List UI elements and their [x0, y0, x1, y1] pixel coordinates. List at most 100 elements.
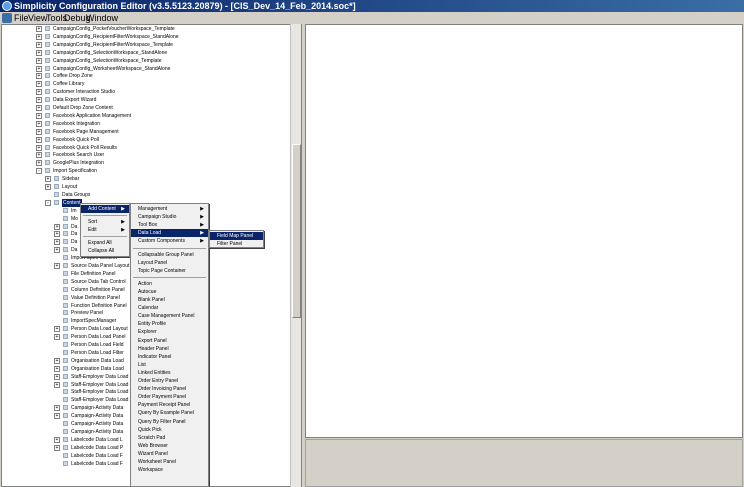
tree-node-label: Organisation Data Load [71, 357, 124, 364]
menu-item[interactable]: Case Management Panel [131, 312, 208, 320]
expand-icon[interactable]: + [54, 381, 60, 388]
expand-icon[interactable]: + [45, 176, 51, 183]
scrollbar-thumb[interactable] [292, 144, 301, 318]
expand-icon[interactable]: + [36, 73, 42, 80]
expand-icon[interactable]: + [36, 120, 42, 127]
expand-icon[interactable]: + [54, 239, 60, 246]
menu-item[interactable]: Custom Components ▶ [131, 237, 208, 245]
expand-icon[interactable]: + [54, 334, 60, 341]
expand-icon[interactable]: + [36, 97, 42, 104]
menu-item[interactable]: Calendar [131, 304, 208, 312]
menu-item[interactable]: Sort ▶ [81, 218, 129, 226]
collapse-icon[interactable]: - [45, 199, 51, 206]
expand-icon[interactable]: + [54, 405, 60, 412]
menu-item[interactable]: Autocue [131, 288, 208, 296]
tree-node-label: Person Data Load Field [71, 342, 124, 348]
expand-icon[interactable]: + [54, 263, 60, 269]
menu-item[interactable]: List [131, 361, 208, 369]
expand-icon[interactable]: + [54, 444, 60, 451]
expand-icon[interactable]: + [36, 144, 42, 151]
expand-icon[interactable]: + [54, 436, 60, 443]
menu-item-label: Tool Box [138, 222, 158, 229]
menu-item[interactable]: Add Content ▶ [81, 205, 129, 213]
menu-item[interactable]: Management ▶ [131, 205, 208, 213]
node-icon [63, 278, 68, 284]
menu-window[interactable]: Window [86, 12, 118, 24]
menu-item[interactable]: Campaign Studio ▶ [131, 213, 208, 221]
menu-item[interactable]: Tool Box ▶ [131, 221, 208, 229]
tree-vertical-scrollbar[interactable] [290, 24, 301, 487]
menu-item[interactable]: Field Map Panel [210, 232, 263, 240]
expand-icon[interactable]: + [36, 105, 42, 111]
menu-item[interactable]: Data Load ▶ [131, 229, 208, 238]
menu-item[interactable]: Order Payment Panel [131, 393, 208, 401]
menu-item[interactable]: Indicator Panel [131, 353, 208, 361]
expand-icon[interactable]: + [36, 26, 42, 32]
expand-icon[interactable]: + [54, 365, 60, 372]
menu-item[interactable]: Wizard Panel [131, 450, 208, 458]
menu-item[interactable]: Worksheet Panel [131, 458, 208, 466]
menu-item[interactable]: Explorer [131, 328, 208, 336]
tree-node-label: CampaignConfig_RecipientFilterWorkspace_… [53, 41, 173, 48]
expand-icon[interactable]: + [54, 223, 60, 230]
menu-item-label: Filter Panel [217, 241, 243, 248]
menu-item[interactable]: Blank Panel [131, 296, 208, 304]
expand-icon[interactable]: + [36, 136, 42, 143]
expand-icon[interactable]: + [36, 81, 42, 88]
tree-node-label: Campaign-Activity Data [71, 428, 124, 435]
expand-icon[interactable]: + [36, 112, 42, 119]
menu-item[interactable]: Query By Filter Panel [131, 418, 208, 426]
menu-item[interactable]: Layout Panel [131, 259, 208, 267]
menu-item[interactable]: Scratch Pad [131, 434, 208, 442]
expand-icon[interactable]: + [54, 231, 60, 238]
node-icon [63, 286, 68, 292]
menu-item-label: Management [138, 206, 168, 212]
tree-node-label: Facebook Application Management [53, 112, 132, 119]
menu-item[interactable]: Order Invoicing Panel [131, 385, 208, 393]
expand-icon[interactable]: + [54, 357, 60, 364]
expand-icon[interactable]: + [36, 49, 42, 56]
expand-icon[interactable]: + [36, 152, 42, 159]
tree-node-label: Im [71, 207, 77, 214]
expand-icon[interactable]: + [36, 89, 42, 96]
expand-icon[interactable]: + [36, 57, 42, 64]
menu-item[interactable]: Linked Entities [131, 369, 208, 377]
tree-node-label: CampaignConfig_PocketVoucherWorkspace_Te… [53, 26, 175, 32]
expand-icon[interactable]: + [54, 373, 60, 380]
menu-item[interactable]: Entity Profile [131, 320, 208, 328]
menu-item[interactable]: Order Entry Panel [131, 377, 208, 385]
menu-view[interactable]: View [28, 12, 47, 24]
document-icon[interactable] [2, 13, 12, 23]
tree-node-label: Person Data Load Panel [71, 334, 126, 341]
menu-file[interactable]: File [14, 12, 29, 24]
menu-item[interactable]: Action [131, 280, 208, 288]
expand-icon[interactable]: + [36, 160, 42, 167]
expand-icon[interactable]: + [36, 41, 42, 48]
menu-item[interactable]: Export Panel [131, 337, 208, 345]
menu-item[interactable]: Topic Page Container [131, 267, 208, 275]
menu-item[interactable]: Payment Receipt Panel [131, 401, 208, 409]
collapse-icon[interactable]: - [36, 168, 42, 175]
tree-node-label: Labelcode Data Load F [71, 460, 123, 467]
node-icon [63, 405, 68, 411]
menu-item-label: Linked Entities [138, 369, 171, 376]
menu-item[interactable]: Query By Example Panel [131, 409, 208, 417]
menu-item-label: Custom Components [138, 238, 185, 245]
menu-item[interactable]: Collapse All [81, 247, 129, 255]
menu-item[interactable]: Web Browser [131, 442, 208, 450]
expand-icon[interactable]: + [36, 33, 42, 40]
tree-node-label: Person Data Load Layout [71, 326, 128, 333]
menu-item[interactable]: Collapsable Group Panel [131, 251, 208, 259]
expand-icon[interactable]: + [36, 128, 42, 135]
expand-icon[interactable]: + [36, 65, 42, 72]
menu-item[interactable]: Edit ▶ [81, 226, 129, 234]
expand-icon[interactable]: + [54, 326, 60, 333]
menu-item[interactable]: Expand All [81, 239, 129, 247]
menu-item[interactable]: Header Panel [131, 345, 208, 353]
menu-item[interactable]: Workspace [131, 466, 208, 474]
expand-icon[interactable]: + [45, 184, 51, 190]
menu-item[interactable]: Filter Panel [210, 240, 263, 248]
expand-icon[interactable]: + [54, 247, 60, 254]
menu-item[interactable]: Quick Pick [131, 426, 208, 434]
expand-icon[interactable]: + [54, 413, 60, 420]
